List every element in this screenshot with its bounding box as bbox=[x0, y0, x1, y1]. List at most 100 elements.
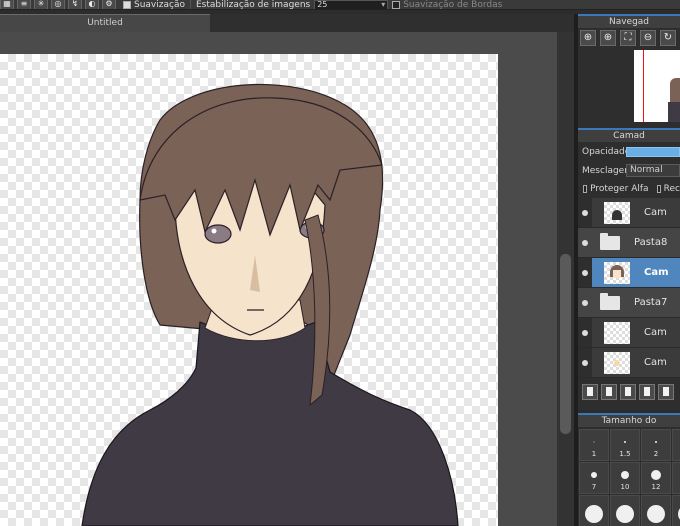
edge-smoothing-label: Suavização de Bordas bbox=[403, 0, 503, 10]
brush-size-cell[interactable] bbox=[672, 429, 680, 461]
layer-options-row: Proteger Alfa Rec bbox=[578, 180, 680, 198]
concentric-icon[interactable]: ◎ bbox=[51, 0, 65, 9]
stabilization-label: Estabilização de imagens bbox=[195, 0, 311, 10]
folder-item[interactable]: Pasta8 bbox=[578, 228, 680, 258]
radial-icon[interactable]: ✳ bbox=[34, 0, 48, 9]
layer-name: Cam bbox=[644, 267, 669, 278]
visibility-eye-icon[interactable] bbox=[582, 239, 588, 246]
navigator-preview[interactable] bbox=[634, 50, 680, 122]
navigator-toolbar: ⊕ ⊕ ⛶ ⊖ ↻ bbox=[578, 28, 680, 48]
brush-size-cell[interactable]: 10 bbox=[610, 462, 640, 494]
tab-untitled[interactable]: Untitled bbox=[0, 14, 210, 32]
opacity-label: Opacidade bbox=[582, 146, 631, 157]
canvas-area[interactable] bbox=[0, 32, 557, 526]
new-folder-icon[interactable] bbox=[658, 384, 674, 400]
brush-size-cell[interactable]: 12 bbox=[641, 462, 671, 494]
visibility-eye-icon[interactable] bbox=[582, 329, 588, 336]
opacity-row: Opacidade bbox=[578, 142, 680, 161]
layer-thumbnail bbox=[604, 261, 630, 284]
layer-thumbnail bbox=[604, 321, 630, 344]
app-window: ▦ ≡ ✳ ◎ ↯ ◐ ⚙ Suavização Estabilização d… bbox=[0, 0, 680, 526]
layer-list: Cam Pasta8 Cam Pasta7 Cam Cam bbox=[578, 198, 680, 380]
brush-size-cell[interactable] bbox=[579, 495, 609, 526]
brush-size-cell[interactable] bbox=[672, 495, 680, 526]
visibility-eye-icon[interactable] bbox=[582, 209, 588, 216]
brush-size-label: 7 bbox=[591, 483, 597, 491]
layer-item[interactable]: Cam bbox=[578, 198, 680, 228]
visibility-eye-icon[interactable] bbox=[582, 359, 588, 366]
protect-alpha-label: Proteger Alfa bbox=[590, 184, 649, 194]
brush-size-label: 2 bbox=[653, 450, 659, 458]
clip-checkbox[interactable] bbox=[656, 185, 661, 193]
brush-size-title: Tamanho do bbox=[578, 413, 680, 427]
layer-toolbar bbox=[578, 380, 680, 404]
visibility-eye-icon[interactable] bbox=[582, 269, 588, 276]
canvas-vertical-scrollbar[interactable] bbox=[557, 32, 574, 526]
zoom-in-icon[interactable]: ⊕ bbox=[600, 30, 616, 46]
snap-icon[interactable]: ◐ bbox=[85, 0, 99, 9]
brush-size-grid: 1 1.5 2 7 10 12 bbox=[578, 427, 680, 526]
opacity-slider[interactable] bbox=[626, 146, 680, 157]
layer-item[interactable]: Cam bbox=[578, 348, 680, 378]
brush-size-label: 1.5 bbox=[619, 450, 631, 458]
folder-name: Pasta8 bbox=[634, 237, 668, 248]
settings-gear-icon[interactable]: ⚙ bbox=[102, 0, 116, 9]
dropdown-arrow-icon[interactable]: ▾ bbox=[381, 0, 385, 9]
brush-size-cell[interactable] bbox=[610, 495, 640, 526]
layers-title: Camad bbox=[578, 128, 680, 142]
import-layer-icon[interactable] bbox=[639, 384, 655, 400]
preview-body bbox=[668, 102, 680, 122]
rotate-icon[interactable]: ↻ bbox=[660, 30, 676, 46]
grid-icon[interactable]: ▦ bbox=[0, 0, 14, 9]
preview-hair bbox=[670, 78, 680, 104]
character-illustration bbox=[81, 83, 459, 526]
brush-size-label: 10 bbox=[620, 483, 630, 491]
stabilization-input[interactable]: 25 ▾ bbox=[314, 0, 389, 9]
layer-item[interactable]: Cam bbox=[578, 318, 680, 348]
curve-ruler-icon[interactable]: ↯ bbox=[68, 0, 82, 9]
navigator-title: Navegad bbox=[578, 14, 680, 28]
new-layer-icon[interactable] bbox=[582, 384, 598, 400]
top-toolbar: ▦ ≡ ✳ ◎ ↯ ◐ ⚙ Suavização Estabilização d… bbox=[0, 0, 680, 10]
brush-size-label: 12 bbox=[651, 483, 661, 491]
folder-icon bbox=[600, 292, 620, 310]
brush-size-label: 1 bbox=[591, 450, 597, 458]
brush-size-cell[interactable] bbox=[672, 462, 680, 494]
layer-item-selected[interactable]: Cam bbox=[578, 258, 680, 288]
visibility-eye-icon[interactable] bbox=[582, 299, 588, 306]
document-tabbar: Untitled bbox=[0, 14, 574, 32]
scrollbar-thumb[interactable] bbox=[560, 254, 571, 434]
brush-size-panel: Tamanho do 1 1.5 2 7 10 12 bbox=[578, 413, 680, 526]
brush-size-cell[interactable]: 2 bbox=[641, 429, 671, 461]
smoothing-checkbox[interactable] bbox=[123, 0, 131, 9]
folder-name: Pasta7 bbox=[634, 297, 668, 308]
protect-alpha-checkbox[interactable] bbox=[583, 185, 588, 193]
blend-row: Mesclagem Normal bbox=[578, 161, 680, 180]
brush-size-cell[interactable]: 7 bbox=[579, 462, 609, 494]
layer-name: Cam bbox=[644, 327, 667, 338]
zoom-in-icon[interactable]: ⊕ bbox=[580, 30, 596, 46]
brush-stroke-icon[interactable]: ≡ bbox=[17, 0, 31, 9]
layer-thumbnail bbox=[604, 351, 630, 374]
brush-size-cell[interactable] bbox=[641, 495, 671, 526]
smoothing-label: Suavização bbox=[134, 0, 185, 10]
clip-label: Rec bbox=[663, 184, 680, 194]
fit-screen-icon[interactable]: ⛶ bbox=[620, 30, 636, 46]
folder-icon bbox=[600, 232, 620, 250]
layer-thumbnail bbox=[604, 201, 630, 224]
layer-name: Cam bbox=[644, 357, 667, 368]
zoom-out-icon[interactable]: ⊖ bbox=[640, 30, 656, 46]
layers-panel: Camad Opacidade Mesclagem Normal Protege… bbox=[578, 128, 680, 410]
blend-mode-select[interactable]: Normal bbox=[626, 164, 680, 177]
new-raster-layer-icon[interactable] bbox=[601, 384, 617, 400]
edge-smoothing-checkbox[interactable] bbox=[392, 0, 401, 9]
duplicate-layer-icon[interactable] bbox=[620, 384, 636, 400]
brush-size-cell[interactable]: 1.5 bbox=[610, 429, 640, 461]
left-eye bbox=[204, 224, 232, 244]
stabilization-value: 25 bbox=[317, 0, 328, 9]
folder-item[interactable]: Pasta7 bbox=[578, 288, 680, 318]
viewport-indicator bbox=[643, 50, 644, 122]
blend-label: Mesclagem bbox=[582, 165, 633, 176]
toolbar-divider bbox=[189, 0, 191, 9]
brush-size-cell[interactable]: 1 bbox=[579, 429, 609, 461]
